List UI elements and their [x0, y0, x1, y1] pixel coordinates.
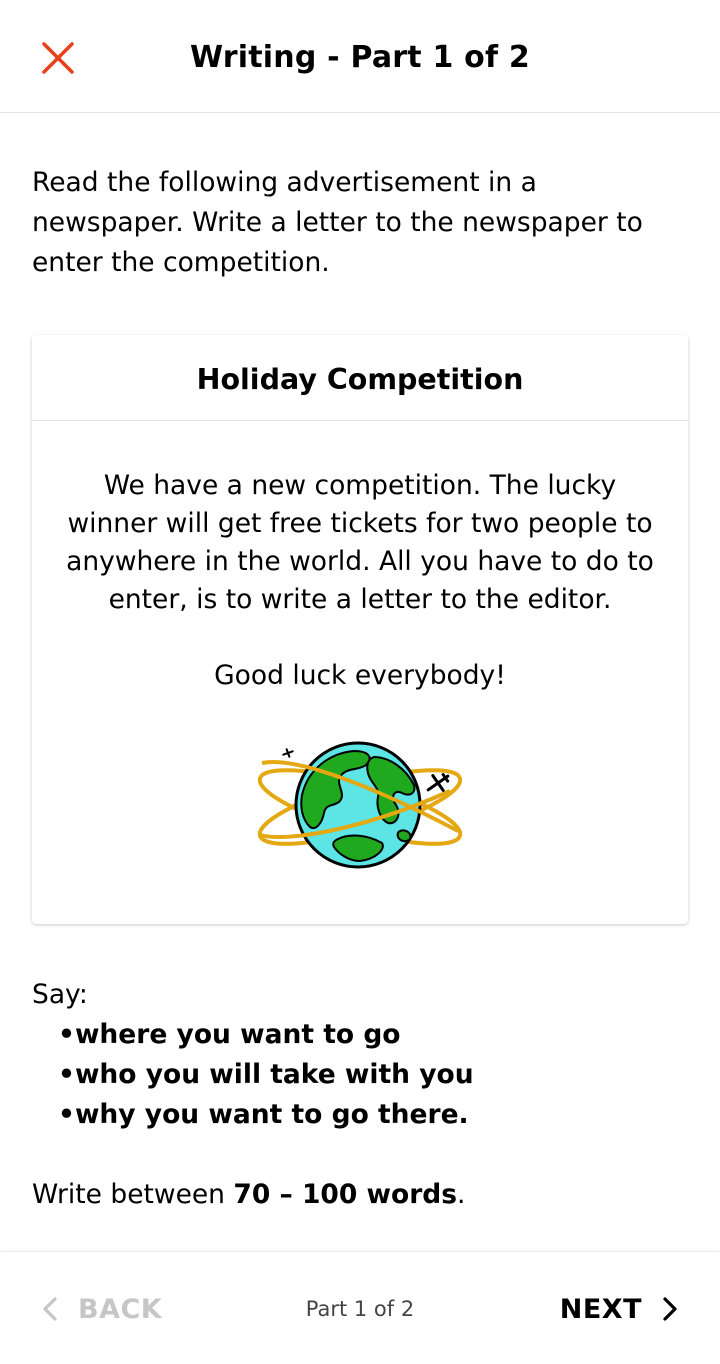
card-body-text: We have a new competition. The lucky win…: [66, 470, 654, 615]
say-label: Say:: [32, 979, 88, 1010]
advertisement-card: Holiday Competition We have a new compet…: [32, 335, 688, 924]
card-title: Holiday Competition: [32, 335, 688, 421]
say-point-3: why you want to go there.: [58, 1095, 692, 1135]
instructions-section: Read the following advertisement in a ne…: [32, 163, 692, 283]
next-label: NEXT: [559, 1293, 642, 1325]
card-closing-text: Good luck everybody!: [214, 660, 506, 691]
word-count-prefix: Write between: [32, 1179, 234, 1210]
globe-with-airplanes-icon: [250, 735, 470, 875]
say-point-2: who you will take with you: [58, 1055, 692, 1095]
bottom-navigation: BACK Part 1 of 2 NEXT: [0, 1251, 720, 1364]
card-body: We have a new competition. The lucky win…: [32, 421, 688, 875]
top-bar: Writing - Part 1 of 2: [0, 0, 720, 113]
say-section: Say: where you want to go who you will t…: [32, 975, 692, 1135]
word-count-requirement: Write between 70 – 100 words.: [32, 1175, 465, 1215]
say-points-list: where you want to go who you will take w…: [32, 1015, 692, 1135]
word-count-suffix: .: [457, 1179, 466, 1210]
page-title: Writing - Part 1 of 2: [190, 40, 530, 75]
say-point-1: where you want to go: [58, 1015, 692, 1055]
instructions-text: Read the following advertisement in a ne…: [32, 167, 643, 278]
word-count-range: 70 – 100 words: [233, 1179, 458, 1210]
next-button[interactable]: NEXT: [560, 1288, 678, 1330]
chevron-right-icon: [663, 1297, 677, 1321]
